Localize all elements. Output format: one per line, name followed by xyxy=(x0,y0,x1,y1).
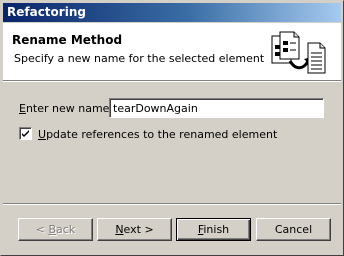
window-title: Refactoring xyxy=(7,5,86,19)
page-description: Specify a new name for the selected elem… xyxy=(14,52,265,65)
wizard-header: Rename Method Specify a new name for the… xyxy=(3,23,341,80)
rename-refactoring-icon xyxy=(266,31,328,75)
new-name-label-text: nter new name: xyxy=(25,102,114,115)
update-references-checkbox[interactable] xyxy=(19,127,32,140)
back-button[interactable]: < Back xyxy=(18,218,93,241)
new-name-label-accelerator: E xyxy=(19,102,26,115)
checkmark-icon xyxy=(22,130,29,137)
new-name-input[interactable] xyxy=(109,98,324,118)
update-references-label-accelerator: U xyxy=(38,128,47,141)
page-title: Rename Method xyxy=(12,33,123,47)
finish-button-label: inish xyxy=(203,223,230,236)
update-references-label[interactable]: Update references to the renamed element xyxy=(38,128,277,141)
next-button[interactable]: Next > xyxy=(97,218,172,241)
back-button-label: ack xyxy=(56,223,76,236)
update-references-label-text: pdate references to the renamed element xyxy=(46,128,278,141)
new-name-label: Enter new name: xyxy=(19,102,113,115)
button-bar-divider xyxy=(3,203,341,205)
back-button-prefix: < xyxy=(35,223,49,236)
window-title-bar[interactable]: Refactoring xyxy=(3,3,341,22)
refactoring-dialog: Refactoring Rename Method Specify a new … xyxy=(0,0,344,256)
cancel-button[interactable]: Cancel xyxy=(256,218,331,241)
next-button-accelerator: N xyxy=(115,223,124,236)
header-divider xyxy=(3,80,341,82)
next-button-label: ext > xyxy=(123,223,154,236)
back-button-accelerator: B xyxy=(48,223,57,236)
finish-button[interactable]: Finish xyxy=(176,218,251,241)
